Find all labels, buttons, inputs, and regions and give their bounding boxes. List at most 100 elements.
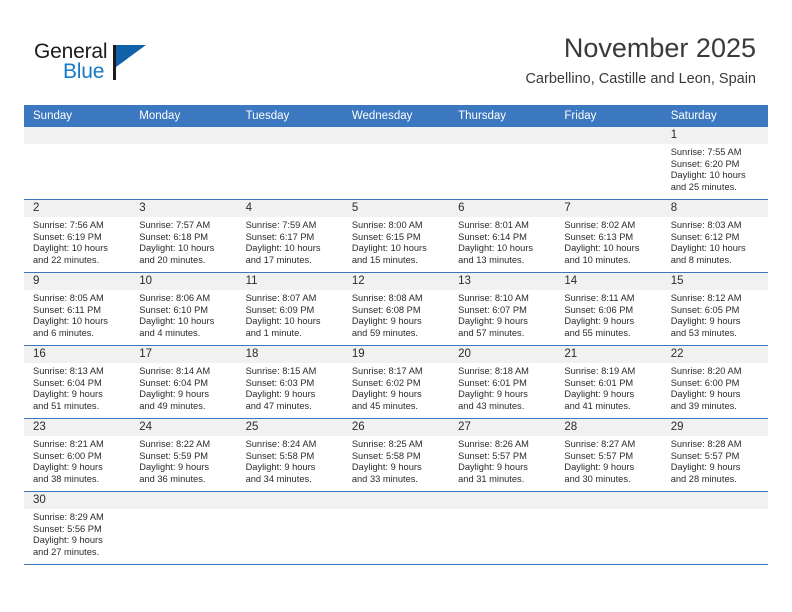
- day-detail-daylight-line1: Daylight: 10 hours: [139, 243, 215, 254]
- day-detail-daylight-line1: Daylight: 9 hours: [33, 535, 103, 546]
- calendar-day-cell-empty: [449, 127, 556, 199]
- calendar-day-cell[interactable]: 3 Sunrise: 7:57 AM Sunset: 6:18 PM Daylight…: [130, 200, 237, 272]
- day-number: 8: [661, 200, 768, 217]
- day-detail-daylight-line2: and 57 minutes.: [458, 327, 525, 338]
- day-detail-daylight-line1: Daylight: 9 hours: [139, 389, 210, 400]
- calendar-day-cell[interactable]: 15 Sunrise: 8:12 AM Sunset: 6:05 PM Dayligh…: [661, 273, 768, 345]
- weekday-header-sunday: Sunday: [33, 110, 73, 122]
- day-detail-sunset: Sunset: 6:19 PM: [33, 231, 102, 242]
- title-block: November 2025 Carbellino, Castille and L…: [525, 32, 756, 89]
- calendar-day-cell[interactable]: 30 Sunrise: 8:29 AM Sunset: 5:56 PM Dayligh…: [24, 492, 131, 564]
- day-details: Sunrise: 8:00 AM Sunset: 6:15 PM Daylight:…: [343, 217, 449, 270]
- day-detail-sunset: Sunset: 5:58 PM: [351, 450, 421, 461]
- calendar-week-row: 2 Sunrise: 7:56 AM Sunset: 6:19 PM Daylight…: [24, 200, 768, 273]
- day-detail-sunset: Sunset: 5:56 PM: [33, 523, 102, 534]
- calendar-day-cell[interactable]: 29 Sunrise: 8:28 AM Sunset: 5:57 PM Dayligh…: [661, 419, 768, 491]
- calendar-day-cell[interactable]: 4 Sunrise: 7:59 AM Sunset: 6:17 PM Daylight…: [236, 200, 343, 272]
- calendar-day-cell[interactable]: 28 Sunrise: 8:27 AM Sunset: 5:57 PM Dayligh…: [555, 419, 662, 491]
- calendar-day-cell[interactable]: 18 Sunrise: 8:15 AM Sunset: 6:03 PM Dayligh…: [236, 346, 343, 418]
- day-number: 26: [342, 419, 450, 436]
- day-detail-daylight-line1: Daylight: 9 hours: [33, 389, 103, 400]
- day-detail-sunrise: Sunrise: 8:07 AM: [245, 293, 317, 303]
- day-detail-daylight-line1: Daylight: 10 hours: [33, 243, 108, 254]
- calendar-day-cell[interactable]: 7 Sunrise: 8:02 AM Sunset: 6:13 PM Daylight…: [555, 200, 662, 272]
- day-detail-sunrise: Sunrise: 8:17 AM: [351, 366, 423, 376]
- calendar-day-cell[interactable]: 11 Sunrise: 8:07 AM Sunset: 6:09 PM Dayligh…: [236, 273, 343, 345]
- weekday-header-friday: Friday: [564, 110, 597, 122]
- calendar-day-cell[interactable]: 24 Sunrise: 8:22 AM Sunset: 5:59 PM Dayligh…: [130, 419, 237, 491]
- day-detail-daylight-line1: Daylight: 9 hours: [245, 389, 316, 400]
- day-detail-sunrise: Sunrise: 8:22 AM: [139, 439, 211, 449]
- day-details: Sunrise: 8:14 AM Sunset: 6:04 PM Daylight:…: [130, 363, 236, 416]
- day-detail-daylight-line2: and 39 minutes.: [670, 400, 737, 411]
- calendar-day-cell-empty: [24, 127, 131, 199]
- day-detail-sunrise: Sunrise: 8:18 AM: [458, 366, 529, 376]
- day-detail-sunset: Sunset: 6:01 PM: [458, 377, 527, 388]
- calendar-day-cell[interactable]: 20 Sunrise: 8:18 AM Sunset: 6:01 PM Dayligh…: [449, 346, 556, 418]
- day-details: Sunrise: 8:03 AM Sunset: 6:12 PM Daylight:…: [662, 217, 768, 270]
- day-details: Sunrise: 8:18 AM Sunset: 6:01 PM Daylight:…: [449, 363, 555, 416]
- day-detail-sunrise: Sunrise: 8:24 AM: [245, 439, 317, 449]
- day-detail-daylight-line1: Daylight: 9 hours: [351, 389, 422, 400]
- day-detail-daylight-line1: Daylight: 9 hours: [351, 316, 422, 327]
- day-detail-daylight-line1: Daylight: 9 hours: [33, 462, 103, 473]
- day-detail-daylight-line1: Daylight: 9 hours: [564, 316, 635, 327]
- day-detail-sunset: Sunset: 6:18 PM: [139, 231, 209, 242]
- calendar-day-cell[interactable]: 13 Sunrise: 8:10 AM Sunset: 6:07 PM Dayligh…: [449, 273, 556, 345]
- day-detail-sunrise: Sunrise: 8:12 AM: [670, 293, 742, 303]
- calendar-day-cell[interactable]: 22 Sunrise: 8:20 AM Sunset: 6:00 PM Dayligh…: [661, 346, 768, 418]
- day-detail-sunrise: Sunrise: 8:21 AM: [33, 439, 104, 449]
- day-detail-daylight-line1: Daylight: 10 hours: [351, 243, 427, 254]
- calendar-day-cell[interactable]: 2 Sunrise: 7:56 AM Sunset: 6:19 PM Daylight…: [24, 200, 131, 272]
- day-number: 22: [661, 346, 768, 363]
- day-number: 24: [130, 419, 237, 436]
- weekday-header-row: Sunday Monday Tuesday Wednesday Thursday Frid…: [24, 105, 768, 127]
- day-detail-daylight-line2: and 27 minutes.: [33, 546, 100, 557]
- day-detail-sunset: Sunset: 6:13 PM: [564, 231, 634, 242]
- day-details: Sunrise: 8:13 AM Sunset: 6:04 PM Daylight:…: [24, 363, 130, 416]
- calendar-page: General Blue November 2025 Carbellino, C…: [0, 0, 792, 612]
- day-detail-daylight-line1: Daylight: 10 hours: [670, 243, 746, 254]
- calendar-day-cell[interactable]: 23 Sunrise: 8:21 AM Sunset: 6:00 PM Dayligh…: [24, 419, 131, 491]
- calendar-day-cell[interactable]: 17 Sunrise: 8:14 AM Sunset: 6:04 PM Dayligh…: [130, 346, 237, 418]
- calendar-day-cell[interactable]: 8 Sunrise: 8:03 AM Sunset: 6:12 PM Daylight…: [661, 200, 768, 272]
- day-number: 12: [342, 273, 450, 290]
- day-detail-daylight-line1: Daylight: 9 hours: [458, 389, 528, 400]
- day-details: Sunrise: 8:05 AM Sunset: 6:11 PM Daylight:…: [24, 290, 130, 343]
- day-number: 10: [130, 273, 237, 290]
- calendar-day-cell[interactable]: 21 Sunrise: 8:19 AM Sunset: 6:01 PM Dayligh…: [555, 346, 662, 418]
- calendar-day-cell[interactable]: 19 Sunrise: 8:17 AM Sunset: 6:02 PM Dayligh…: [342, 346, 450, 418]
- page-title: November 2025: [563, 33, 756, 63]
- calendar-day-cell[interactable]: 6 Sunrise: 8:01 AM Sunset: 6:14 PM Daylight…: [449, 200, 556, 272]
- calendar-week-row: 9 Sunrise: 8:05 AM Sunset: 6:11 PM Daylight…: [24, 273, 768, 346]
- day-detail-sunset: Sunset: 5:58 PM: [245, 450, 315, 461]
- day-detail-sunrise: Sunrise: 8:26 AM: [458, 439, 529, 449]
- day-detail-sunset: Sunset: 6:11 PM: [33, 304, 102, 315]
- calendar-day-cell-empty: [342, 127, 450, 199]
- day-detail-sunset: Sunset: 6:14 PM: [458, 231, 527, 242]
- day-detail-sunrise: Sunrise: 8:05 AM: [33, 293, 104, 303]
- day-number: [236, 127, 343, 144]
- calendar-day-cell[interactable]: 16 Sunrise: 8:13 AM Sunset: 6:04 PM Dayligh…: [24, 346, 131, 418]
- calendar-day-cell[interactable]: 26 Sunrise: 8:25 AM Sunset: 5:58 PM Dayligh…: [342, 419, 450, 491]
- day-detail-daylight-line2: and 17 minutes.: [245, 254, 312, 265]
- calendar-day-cell[interactable]: 9 Sunrise: 8:05 AM Sunset: 6:11 PM Daylight…: [24, 273, 131, 345]
- calendar-day-cell[interactable]: 10 Sunrise: 8:06 AM Sunset: 6:10 PM Dayligh…: [130, 273, 237, 345]
- calendar-day-cell[interactable]: 1 Sunrise: 7:55 AM Sunset: 6:20 PM Daylight…: [661, 127, 768, 199]
- calendar-day-cell-empty: [449, 492, 556, 564]
- day-detail-daylight-line2: and 53 minutes.: [670, 327, 737, 338]
- calendar-day-cell[interactable]: 12 Sunrise: 8:08 AM Sunset: 6:08 PM Dayligh…: [342, 273, 450, 345]
- day-detail-sunrise: Sunrise: 8:02 AM: [564, 220, 636, 230]
- calendar-day-cell[interactable]: 5 Sunrise: 8:00 AM Sunset: 6:15 PM Daylight…: [342, 200, 450, 272]
- calendar-weeks: 1 Sunrise: 7:55 AM Sunset: 6:20 PM Daylight…: [24, 127, 768, 565]
- day-details: Sunrise: 8:11 AM Sunset: 6:06 PM Daylight:…: [555, 290, 661, 343]
- calendar-grid: Sunday Monday Tuesday Wednesday Thursday Frid…: [24, 105, 768, 565]
- day-number: 25: [236, 419, 343, 436]
- day-number: 5: [342, 200, 450, 217]
- calendar-day-cell[interactable]: 27 Sunrise: 8:26 AM Sunset: 5:57 PM Dayligh…: [449, 419, 556, 491]
- calendar-day-cell-empty: [555, 492, 662, 564]
- day-detail-daylight-line1: Daylight: 9 hours: [458, 316, 528, 327]
- calendar-day-cell[interactable]: 14 Sunrise: 8:11 AM Sunset: 6:06 PM Dayligh…: [555, 273, 662, 345]
- day-number: [342, 492, 450, 509]
- calendar-day-cell[interactable]: 25 Sunrise: 8:24 AM Sunset: 5:58 PM Dayligh…: [236, 419, 343, 491]
